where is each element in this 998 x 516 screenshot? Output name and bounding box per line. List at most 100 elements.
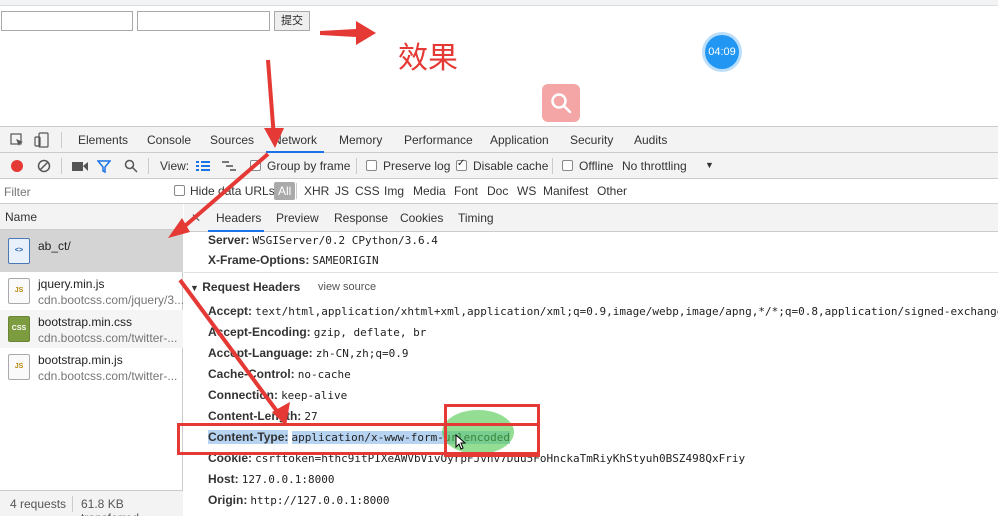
devtools-tab-bar: Elements Console Sources Network Memory … bbox=[0, 126, 998, 153]
request-domain: cdn.bootcss.com/twitter-... bbox=[38, 331, 178, 345]
request-name: bootstrap.min.css bbox=[38, 315, 133, 329]
large-rows-icon[interactable] bbox=[196, 160, 210, 172]
tab-cookies[interactable]: Cookies bbox=[400, 211, 443, 225]
js-file-icon: JS bbox=[8, 354, 30, 380]
annotation-box-content-type bbox=[177, 423, 540, 455]
disable-cache-checkbox[interactable] bbox=[456, 158, 467, 171]
preserve-log-checkbox[interactable] bbox=[366, 160, 377, 171]
annotation-arrow-right bbox=[320, 21, 376, 45]
request-name: jquery.min.js bbox=[38, 277, 105, 291]
close-icon[interactable]: ✕ bbox=[191, 211, 201, 225]
tab-timing[interactable]: Timing bbox=[458, 211, 494, 225]
request-row-bootstrap-css[interactable]: CSS bootstrap.min.css cdn.bootcss.com/tw… bbox=[0, 310, 183, 348]
disable-cache-label: Disable cache bbox=[473, 159, 549, 173]
timer-badge: 04:09 bbox=[705, 35, 739, 69]
filter-input[interactable] bbox=[4, 182, 160, 201]
request-name: bootstrap.min.js bbox=[38, 353, 123, 367]
offline-checkbox[interactable] bbox=[562, 160, 573, 171]
view-label: View: bbox=[160, 159, 190, 173]
request-row-bootstrap-js[interactable]: JS bootstrap.min.js cdn.bootcss.com/twit… bbox=[0, 348, 183, 386]
tab-response[interactable]: Response bbox=[334, 211, 388, 225]
section-divider bbox=[184, 272, 998, 273]
request-count: 4 requests bbox=[10, 497, 67, 511]
header-content-length: Content-Length: 27 bbox=[208, 409, 318, 423]
tab-console[interactable]: Console bbox=[147, 133, 191, 147]
search-button[interactable] bbox=[542, 84, 580, 122]
response-header-server: Server: WSGIServer/0.2 CPython/3.6.4 bbox=[208, 233, 438, 247]
tab-audits[interactable]: Audits bbox=[634, 133, 667, 147]
hide-data-urls-label: Hide data URLs bbox=[190, 184, 275, 198]
filter-type-other[interactable]: Other bbox=[597, 184, 627, 198]
css-file-icon: CSS bbox=[8, 316, 30, 342]
filter-type-css[interactable]: CSS bbox=[355, 184, 380, 198]
tab-elements[interactable]: Elements bbox=[78, 133, 128, 147]
document-icon: <> bbox=[8, 238, 30, 264]
filter-type-manifest[interactable]: Manifest bbox=[543, 184, 588, 198]
tab-application[interactable]: Application bbox=[490, 133, 549, 147]
name-column-header[interactable]: Name bbox=[0, 204, 183, 230]
request-domain: cdn.bootcss.com/twitter-... bbox=[38, 369, 178, 383]
filter-type-xhr[interactable]: XHR bbox=[304, 184, 329, 198]
tab-sources[interactable]: Sources bbox=[210, 133, 254, 147]
filter-type-font[interactable]: Font bbox=[454, 184, 478, 198]
record-icon[interactable] bbox=[10, 159, 24, 173]
device-toolbar-icon[interactable] bbox=[34, 132, 50, 148]
transferred-size: 61.8 KB transferred bbox=[81, 497, 139, 516]
effect-annotation-text: 效果 bbox=[398, 41, 458, 76]
request-detail-panel: ✕ Headers Preview Response Cookies Timin… bbox=[184, 204, 998, 516]
group-by-frame-label: Group by frame bbox=[267, 159, 351, 173]
search-icon[interactable] bbox=[124, 159, 138, 173]
header-cache-control: Cache-Control: no-cache bbox=[208, 367, 351, 381]
capture-screenshots-icon[interactable] bbox=[72, 160, 88, 172]
filter-type-img[interactable]: Img bbox=[384, 184, 404, 198]
group-by-frame-checkbox[interactable] bbox=[250, 160, 261, 171]
offline-label: Offline bbox=[579, 159, 614, 173]
hide-data-urls-checkbox[interactable] bbox=[174, 185, 185, 196]
filter-type-ws[interactable]: WS bbox=[517, 184, 536, 198]
response-header-x-frame: X-Frame-Options: SAMEORIGIN bbox=[208, 253, 379, 267]
tab-headers[interactable]: Headers bbox=[216, 211, 261, 225]
js-file-icon: JS bbox=[8, 278, 30, 304]
header-host: Host: 127.0.0.1:8000 bbox=[208, 472, 335, 486]
waterfall-icon[interactable] bbox=[222, 160, 236, 172]
submit-button[interactable]: 提交 bbox=[274, 11, 310, 31]
clear-icon[interactable] bbox=[37, 159, 51, 173]
request-row-ab-ct[interactable]: <> ab_ct/ bbox=[0, 230, 183, 272]
view-source-link[interactable]: view source bbox=[318, 281, 376, 293]
request-row-jquery[interactable]: JS jquery.min.js cdn.bootcss.com/jquery/… bbox=[0, 272, 185, 310]
request-headers-section[interactable]: ▼ Request Headers bbox=[190, 280, 300, 294]
request-domain: cdn.bootcss.com/jquery/3... bbox=[38, 293, 185, 307]
triangle-down-icon: ▼ bbox=[190, 283, 199, 293]
header-connection: Connection: keep-alive bbox=[208, 388, 348, 402]
filter-bar: Hide data URLs All XHR JS CSS Img Media … bbox=[0, 179, 998, 204]
header-accept: Accept: text/html,application/xhtml+xml,… bbox=[208, 304, 998, 318]
tab-security[interactable]: Security bbox=[570, 133, 613, 147]
filter-type-doc[interactable]: Doc bbox=[487, 184, 508, 198]
filter-icon[interactable] bbox=[97, 159, 111, 173]
tab-performance[interactable]: Performance bbox=[404, 133, 473, 147]
form-input-1[interactable] bbox=[1, 11, 133, 31]
preserve-log-label: Preserve log bbox=[383, 159, 451, 173]
search-icon bbox=[551, 93, 572, 114]
filter-type-all[interactable]: All bbox=[274, 182, 296, 200]
tab-preview[interactable]: Preview bbox=[276, 211, 319, 225]
detail-tab-bar: ✕ Headers Preview Response Cookies Timin… bbox=[184, 204, 998, 232]
chevron-down-icon[interactable]: ▼ bbox=[705, 160, 714, 170]
header-accept-encoding: Accept-Encoding: gzip, deflate, br bbox=[208, 325, 427, 339]
tab-memory[interactable]: Memory bbox=[339, 133, 382, 147]
page-viewport: 提交 效果 04:09 bbox=[0, 6, 998, 126]
network-toolbar: View: Group by frame Preserve log Disabl… bbox=[0, 153, 998, 179]
header-origin: Origin: http://127.0.0.1:8000 bbox=[208, 493, 390, 507]
request-headers-title: Request Headers bbox=[202, 280, 301, 294]
inspect-element-icon[interactable] bbox=[10, 133, 24, 147]
tab-network[interactable]: Network bbox=[273, 133, 317, 147]
network-status-bar: 4 requests 61.8 KB transferred bbox=[0, 490, 183, 516]
form-input-2[interactable] bbox=[137, 11, 270, 31]
header-accept-language: Accept-Language: zh-CN,zh;q=0.9 bbox=[208, 346, 409, 360]
filter-type-js[interactable]: JS bbox=[335, 184, 349, 198]
request-name: ab_ct/ bbox=[38, 239, 71, 253]
request-list-panel: Name <> ab_ct/ JS jquery.min.js cdn.boot… bbox=[0, 204, 185, 516]
active-detail-tab-indicator bbox=[208, 230, 264, 232]
filter-type-media[interactable]: Media bbox=[413, 184, 446, 198]
throttling-select[interactable]: No throttling bbox=[622, 159, 687, 173]
